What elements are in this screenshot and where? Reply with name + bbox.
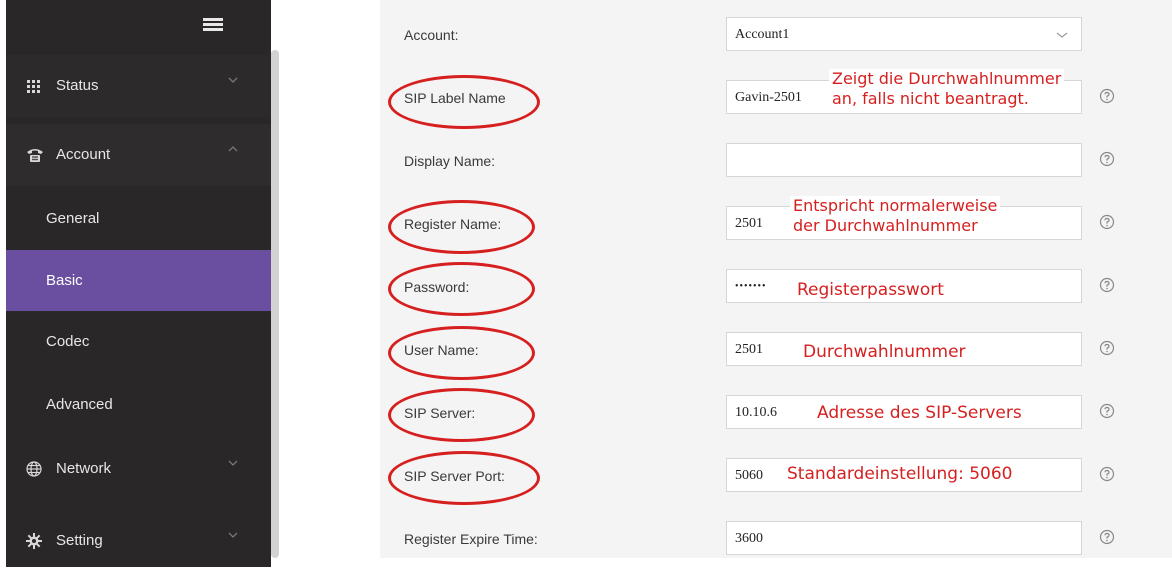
sidebar-item-label: Basic [46,272,83,289]
highlight-ellipse-register-name [388,200,535,254]
chevron-down-icon [1055,29,1069,45]
grid-icon [26,78,42,94]
help-icon[interactable] [1099,214,1115,230]
sip-server-value: 10.10.6 [735,405,777,420]
display-name-input[interactable] [726,143,1082,177]
highlight-ellipse-sip-server [388,388,535,442]
register-name-value: 2501 [735,216,763,231]
annotation-register-name-line1: Entspricht normalerweise [790,196,1001,216]
chevron-down-icon [226,456,240,470]
menu-toggle-icon[interactable] [203,18,223,32]
gear-icon [26,533,42,549]
sidebar-item-account[interactable]: Account [6,124,271,186]
chevron-down-icon [226,528,240,542]
sidebar-item-label: Account [56,146,111,163]
sidebar-item-advanced[interactable]: Advanced [6,374,271,436]
sidebar-item-label: Status [56,77,99,94]
annotation-sip-server-port: Standardeinstellung: 5060 [784,464,1016,484]
sidebar-item-label: Advanced [46,396,113,413]
highlight-ellipse-sip-label-name [388,75,540,129]
help-icon[interactable] [1099,340,1115,356]
register-expire-time-label: Register Expire Time: [404,531,538,547]
annotation-sip-server: Adresse des SIP-Servers [814,403,1025,423]
display-name-label: Display Name: [404,153,496,169]
register-expire-time-input[interactable]: 3600 [726,521,1082,555]
sidebar-item-label: General [46,210,100,227]
sidebar-scrollbar[interactable] [271,50,279,558]
highlight-ellipse-sip-server-port [388,451,540,505]
sidebar-item-status[interactable]: Status [6,55,271,117]
annotation-sip-label-name-line2: an, falls nicht beantragt. [829,89,1041,109]
account-select[interactable]: Account1 [726,17,1082,51]
form-row-display-name: Display Name: [380,129,1172,191]
chevron-down-icon [226,73,240,87]
sidebar-item-label: Setting [56,532,103,549]
form-row-register-expire-time: Register Expire Time: 3600 [380,507,1172,569]
annotation-user-name: Durchwahlnummer [800,342,969,362]
account-label: Account: [404,27,459,43]
help-icon[interactable] [1099,403,1115,419]
user-name-value: 2501 [735,342,763,357]
help-icon[interactable] [1099,466,1115,482]
highlight-ellipse-user-name [388,326,535,380]
chevron-up-icon [226,142,240,156]
phone-icon [26,147,43,163]
annotation-sip-label-name-line1: Zeigt die Durchwahlnummer [829,69,1065,89]
highlight-ellipse-password [388,262,535,316]
sidebar-item-label: Network [56,460,112,477]
help-icon[interactable] [1099,277,1115,293]
sidebar: Status Account General Basic Codec Advan… [6,0,271,567]
account-select-value: Account1 [735,27,790,42]
register-expire-time-value: 3600 [735,531,763,546]
sip-server-port-value: 5060 [735,468,763,483]
sidebar-item-codec[interactable]: Codec [6,311,271,373]
sip-label-name-value: Gavin-2501 [735,90,802,105]
sidebar-header [6,0,271,50]
sidebar-item-general[interactable]: General [6,188,271,250]
annotation-register-name-line2: der Durchwahlnummer [790,216,981,236]
help-icon[interactable] [1099,151,1115,167]
form-row-account: Account: Account1 [380,3,1172,65]
help-icon[interactable] [1099,529,1115,545]
annotation-password: Registerpasswort [794,280,947,300]
sidebar-item-basic[interactable]: Basic [6,250,271,312]
password-value: ••••••• [735,281,767,292]
help-icon[interactable] [1099,88,1115,104]
globe-icon [26,461,42,477]
sidebar-item-label: Codec [46,333,90,350]
sidebar-item-network[interactable]: Network [6,438,271,500]
